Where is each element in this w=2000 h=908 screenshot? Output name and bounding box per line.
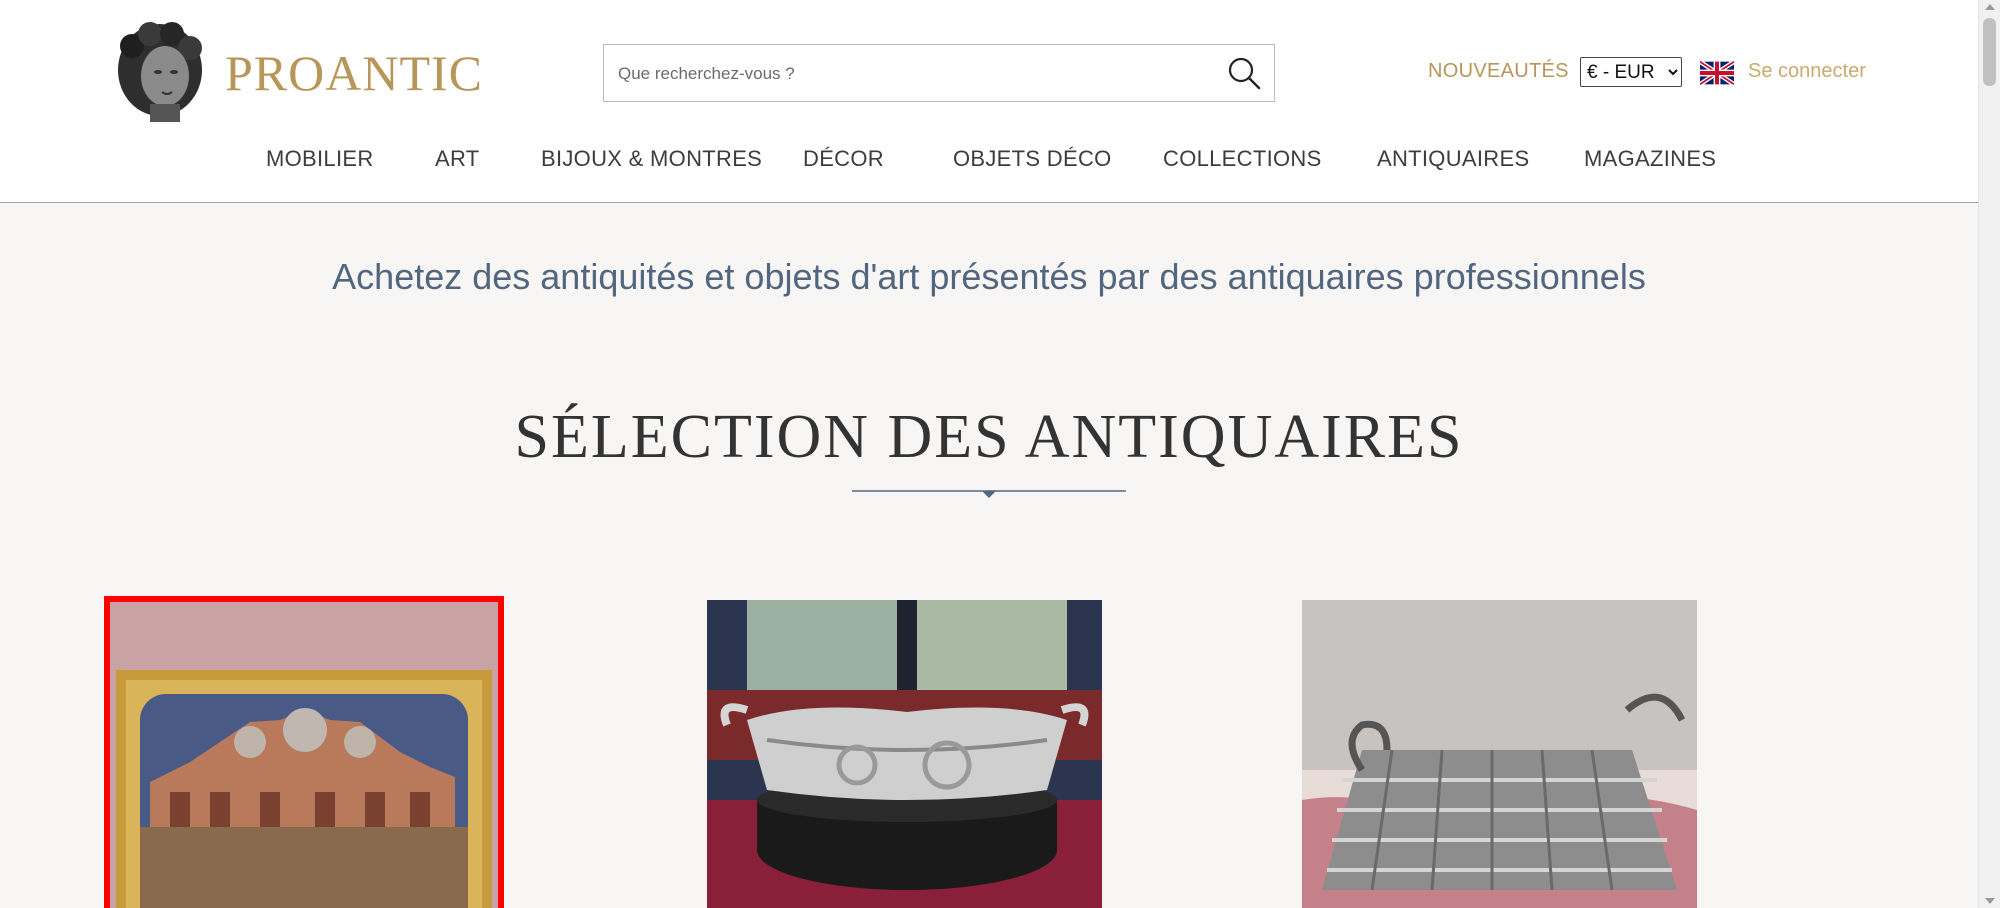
product-card-jardiniere[interactable] [707,600,1102,908]
product-image-basket [1302,600,1697,908]
login-link[interactable]: Se connecter [1748,60,1866,83]
section-title: SÉLECTION DES ANTIQUAIRES [514,403,1464,471]
main-nav: MOBILIER ART BIJOUX & MONTRES DÉCOR OBJE… [0,146,1978,182]
nav-item-decor[interactable]: DÉCOR [803,146,884,172]
nav-item-collections[interactable]: COLLECTIONS [1163,146,1322,172]
product-card-basket[interactable] [1302,600,1697,908]
page-tagline: Achetez des antiquités et objets d'art p… [332,256,1646,297]
nav-item-objets-deco[interactable]: OBJETS DÉCO [953,146,1112,172]
product-image-jardiniere [707,600,1102,908]
vertical-scrollbar[interactable] [1978,0,2000,908]
nav-item-bijoux-montres[interactable]: BIJOUX & MONTRES [541,146,762,172]
nav-item-art[interactable]: ART [435,146,480,172]
search-input[interactable] [616,45,1200,103]
currency-select[interactable]: € - EUR [1580,57,1682,87]
scroll-down-arrow-icon[interactable] [1985,898,1995,904]
scroll-thumb[interactable] [1983,18,1996,86]
brand-logo-text[interactable]: PROANTIC [225,44,483,102]
nav-item-magazines[interactable]: MAGAZINES [1584,146,1716,172]
title-divider [852,490,1126,498]
scroll-up-arrow-icon[interactable] [1985,4,1995,10]
nav-item-mobilier[interactable]: MOBILIER [266,146,374,172]
search-icon[interactable] [1226,55,1262,91]
page: PROANTIC NOUVEAUTÉS € - EUR Se connecter… [0,0,1978,908]
uk-flag-icon[interactable] [1700,61,1734,85]
search-bar [603,44,1275,103]
new-arrivals-link[interactable]: NOUVEAUTÉS [1428,60,1569,83]
bust-icon[interactable] [110,20,210,122]
product-image-painting [110,602,498,908]
nav-item-antiquaires[interactable]: ANTIQUAIRES [1377,146,1529,172]
site-header: PROANTIC NOUVEAUTÉS € - EUR Se connecter… [0,0,1978,203]
product-card-painting[interactable] [104,596,504,908]
